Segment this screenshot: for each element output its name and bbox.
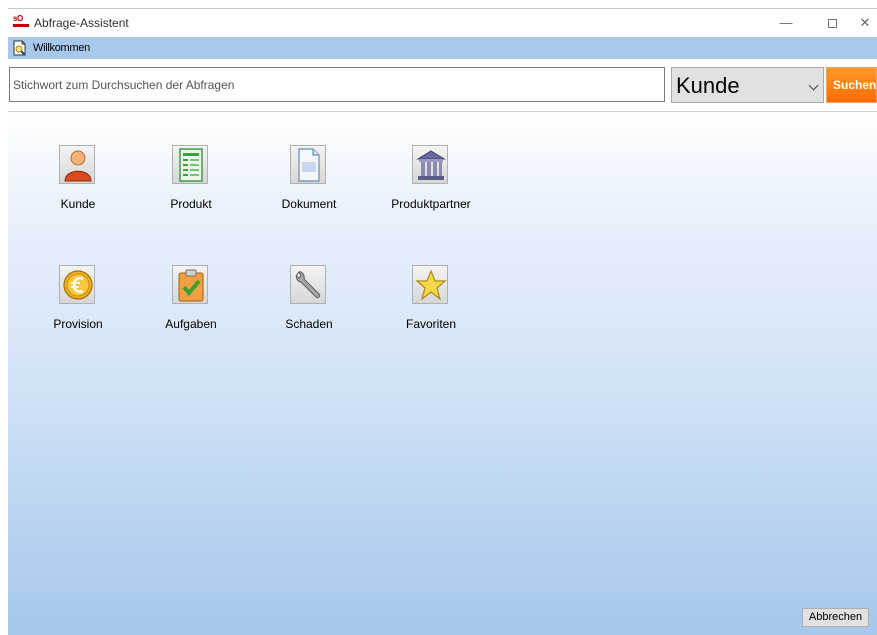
maximize-icon — [827, 19, 837, 29]
chevron-down-icon — [808, 80, 819, 91]
bank-building-icon — [412, 145, 448, 184]
query-assistant-window: sO Abfrage-Assistent — ✕ Willkommen Kund… — [8, 8, 877, 635]
product-list-icon — [172, 145, 208, 184]
tile-label: Produkt — [170, 197, 212, 211]
cancel-button[interactable]: Abbrechen — [802, 608, 869, 627]
tile-label: Produktpartner — [391, 197, 471, 211]
tab-label: Willkommen — [33, 42, 90, 54]
maximize-button[interactable] — [809, 9, 855, 37]
wrench-icon — [290, 265, 326, 304]
minimize-icon: — — [779, 15, 793, 30]
search-bar: Kunde Suchen — [8, 59, 877, 111]
tile-label: Kunde — [60, 197, 96, 211]
tile-label: Aufgaben — [165, 317, 217, 331]
tile-produktpartner[interactable]: Produktpartner — [376, 118, 486, 211]
document-icon — [290, 145, 326, 184]
euro-coin-icon — [59, 265, 95, 304]
category-selected-value: Kunde — [676, 73, 740, 98]
tile-label: Favoriten — [405, 317, 457, 331]
star-icon — [412, 265, 448, 304]
tile-schaden[interactable]: Schaden — [254, 238, 364, 331]
title-bar: sO Abfrage-Assistent — ✕ — [8, 9, 877, 37]
app-logo-icon: sO — [13, 14, 29, 27]
document-search-icon — [12, 40, 28, 56]
window-title: Abfrage-Assistent — [34, 16, 129, 30]
tile-favoriten[interactable]: Favoriten — [376, 238, 486, 331]
search-button[interactable]: Suchen — [826, 67, 877, 103]
tile-dokument[interactable]: Dokument — [254, 118, 364, 211]
search-input[interactable] — [9, 67, 665, 102]
tile-label: Schaden — [285, 317, 333, 331]
tile-label: Provision — [53, 317, 103, 331]
tile-provision[interactable]: Provision — [23, 238, 133, 331]
tile-label: Dokument — [281, 197, 337, 211]
tile-aufgaben[interactable]: Aufgaben — [136, 238, 246, 331]
tile-kunde[interactable]: Kunde — [23, 118, 133, 211]
category-dropdown[interactable]: Kunde — [671, 67, 824, 103]
query-category-panel: Kunde Produkt Dokument Produktpartner Pr… — [8, 112, 877, 635]
close-icon: ✕ — [859, 15, 871, 30]
clipboard-check-icon — [172, 265, 208, 304]
tab-strip: Willkommen — [8, 37, 877, 59]
person-icon — [59, 145, 95, 184]
tile-produkt[interactable]: Produkt — [136, 118, 246, 211]
close-button[interactable]: ✕ — [853, 9, 877, 37]
minimize-button[interactable]: — — [763, 9, 809, 37]
